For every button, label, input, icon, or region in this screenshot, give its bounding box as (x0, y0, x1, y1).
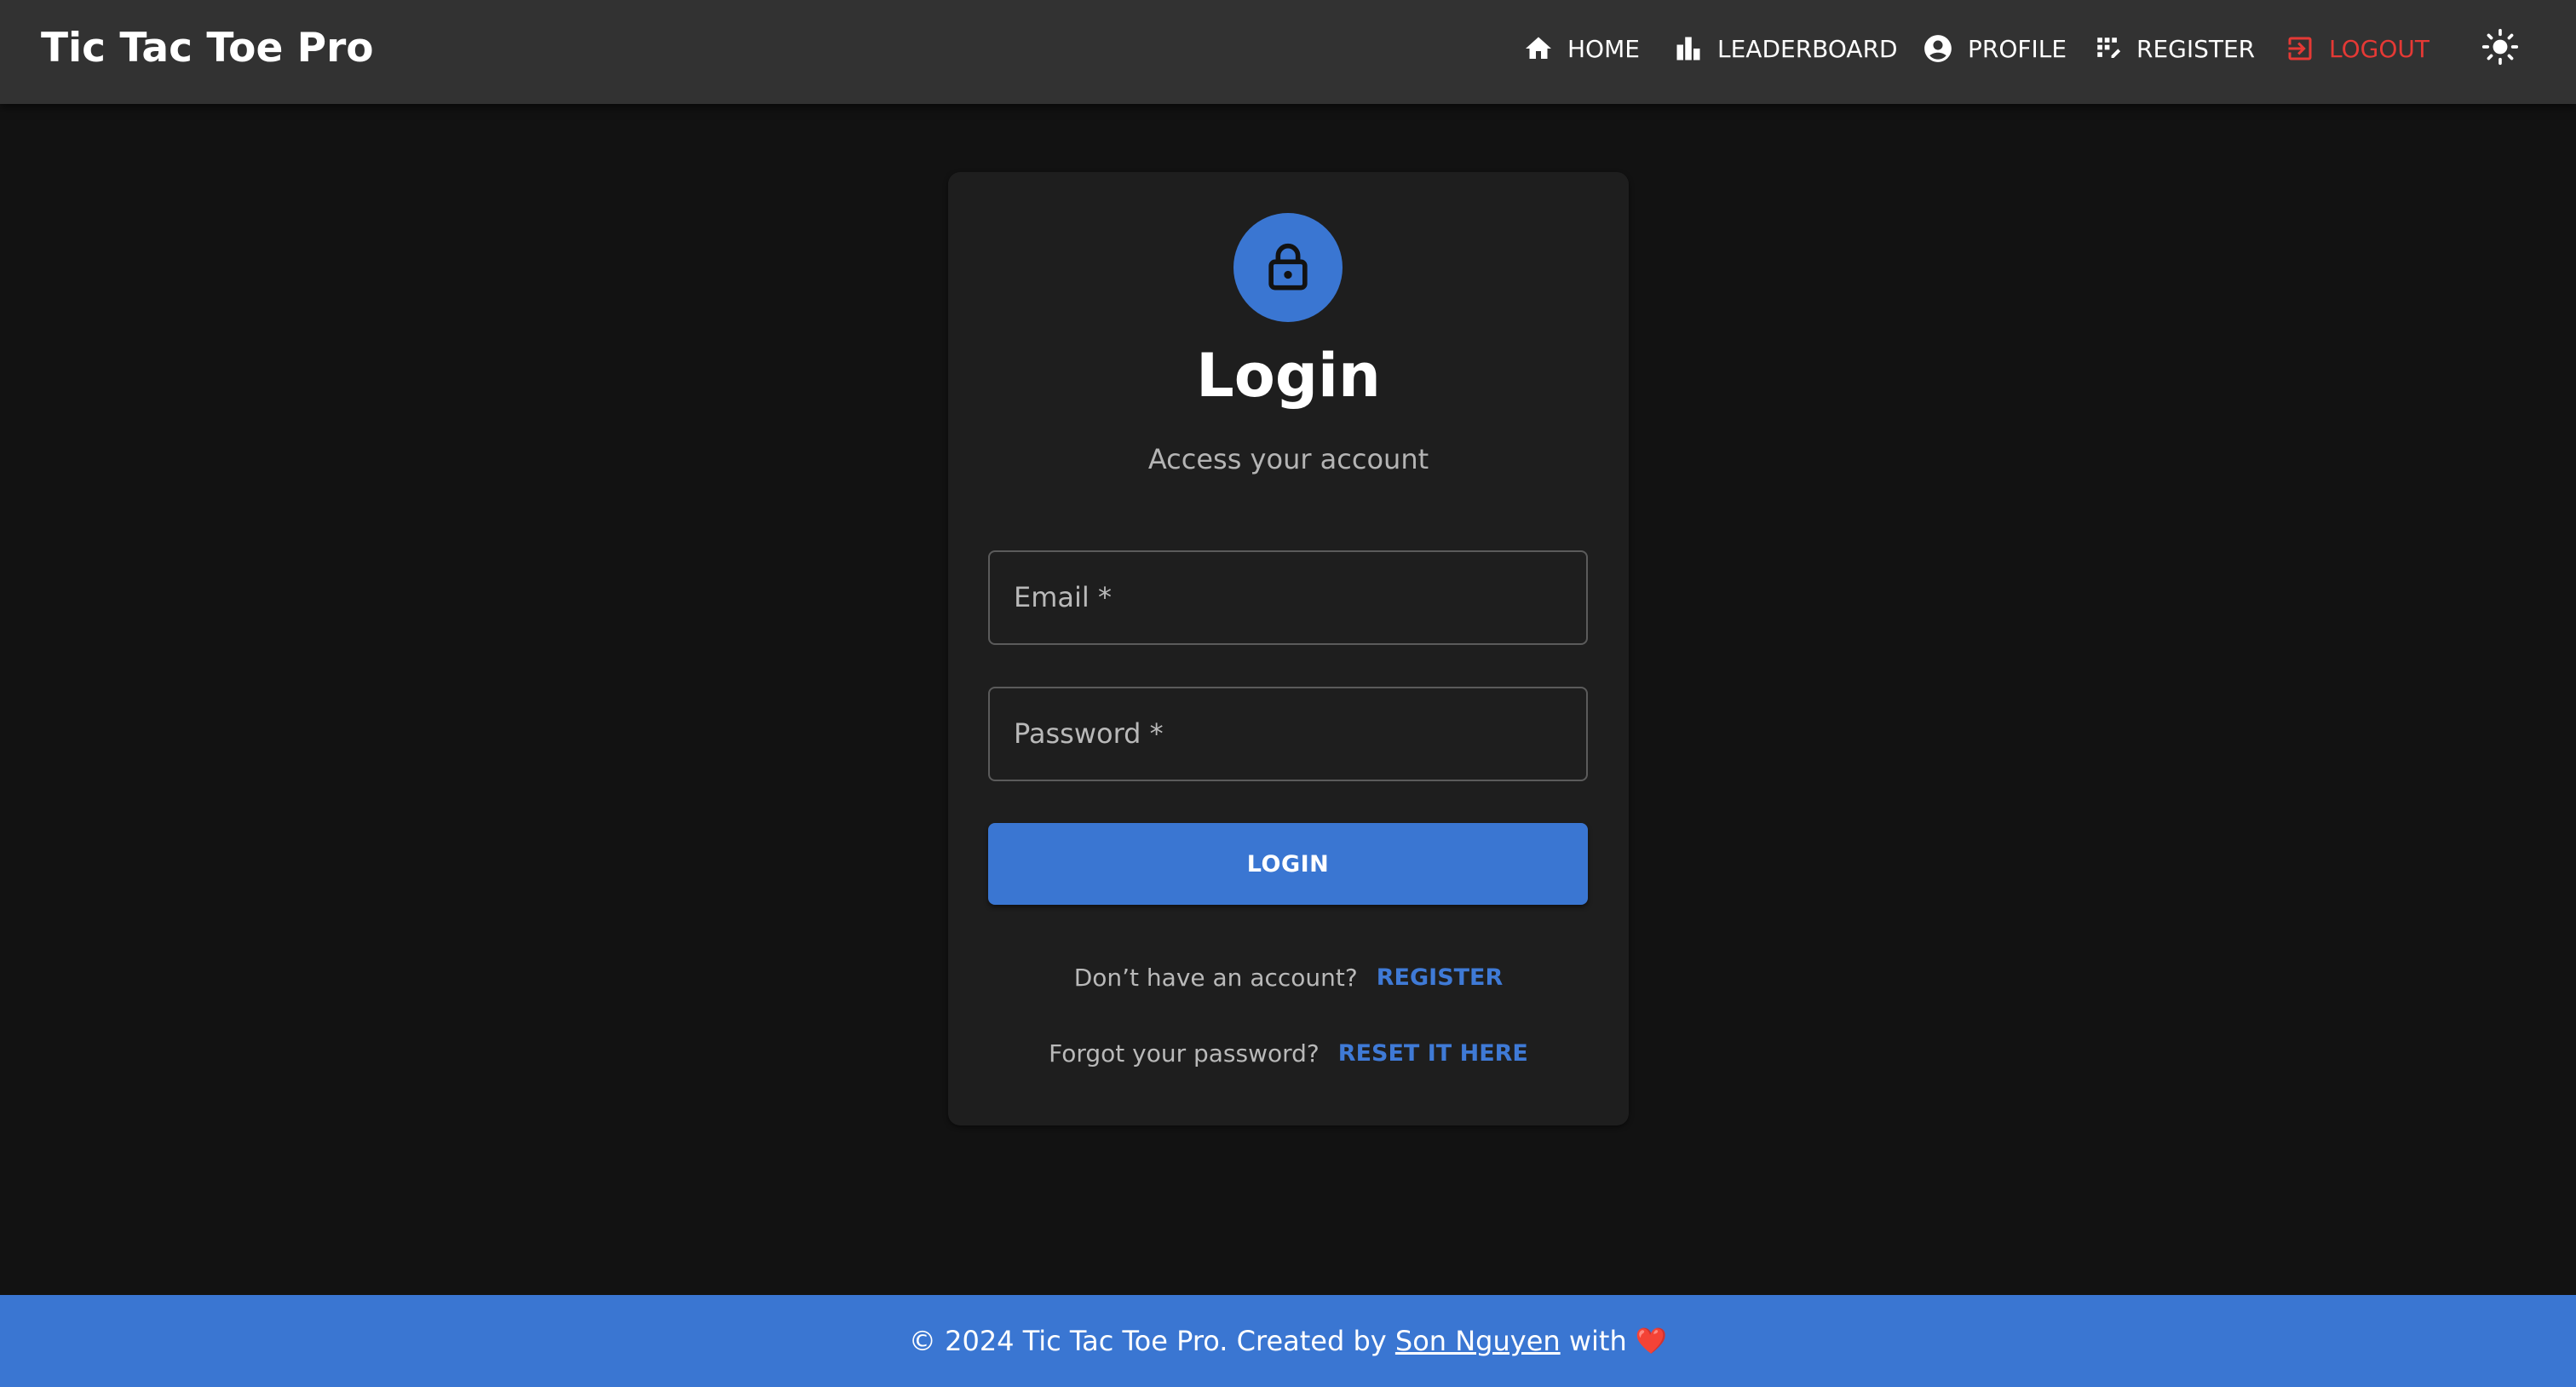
nav-home-label: HOME (1567, 34, 1640, 63)
app-title[interactable]: Tic Tac Toe Pro (41, 0, 374, 97)
forgot-password-text: Forgot your password? (1049, 1039, 1320, 1068)
register-icon (2094, 34, 2123, 63)
register-link[interactable]: REGISTER (1377, 964, 1504, 991)
heart-icon: ❤️ (1635, 1326, 1668, 1356)
email-field[interactable]: Email * (988, 550, 1588, 645)
lock-avatar (1233, 213, 1343, 322)
nav-leaderboard-label: LEADERBOARD (1717, 34, 1898, 63)
nav-profile[interactable]: PROFILE (1922, 0, 2067, 97)
footer-suffix: with (1560, 1325, 1627, 1357)
nav-logout-label: LOGOUT (2329, 34, 2429, 63)
footer: © 2024 Tic Tac Toe Pro. Created by Son N… (0, 1295, 2576, 1387)
footer-prefix: © 2024 Tic Tac Toe Pro. Created by (908, 1325, 1395, 1357)
reset-prompt: Forgot your password? RESET IT HERE (948, 1032, 1629, 1074)
nav-profile-label: PROFILE (1968, 34, 2067, 63)
leaderboard-icon (1673, 33, 1704, 64)
logout-icon (2285, 33, 2315, 64)
reset-password-link[interactable]: RESET IT HERE (1338, 1040, 1528, 1067)
login-button[interactable]: LOGIN (988, 823, 1588, 905)
email-input[interactable] (990, 552, 1586, 643)
app-bar: Tic Tac Toe Pro HOME LEADERBOARD PROFILE… (0, 0, 2576, 104)
nav-register-label: REGISTER (2136, 34, 2256, 63)
nav-register[interactable]: REGISTER (2094, 0, 2255, 97)
sun-icon (2481, 28, 2519, 69)
nav-logout[interactable]: LOGOUT (2285, 0, 2429, 97)
author-link[interactable]: Son Nguyen (1395, 1325, 1561, 1357)
password-input[interactable] (990, 688, 1586, 780)
lock-icon (1264, 239, 1312, 296)
nav-home[interactable]: HOME (1523, 0, 1640, 97)
login-subtitle: Access your account (1147, 443, 1429, 475)
account-circle-icon (1922, 32, 1954, 65)
no-account-text: Don’t have an account? (1073, 963, 1358, 992)
login-title: Login (1196, 341, 1381, 411)
password-field[interactable]: Password * (988, 687, 1588, 781)
home-icon (1523, 33, 1554, 64)
theme-toggle-button[interactable] (2481, 28, 2520, 69)
login-card: Login Access your account Email * Passwo… (948, 172, 1629, 1125)
register-prompt: Don’t have an account? REGISTER (948, 956, 1629, 999)
nav-leaderboard[interactable]: LEADERBOARD (1673, 0, 1898, 97)
